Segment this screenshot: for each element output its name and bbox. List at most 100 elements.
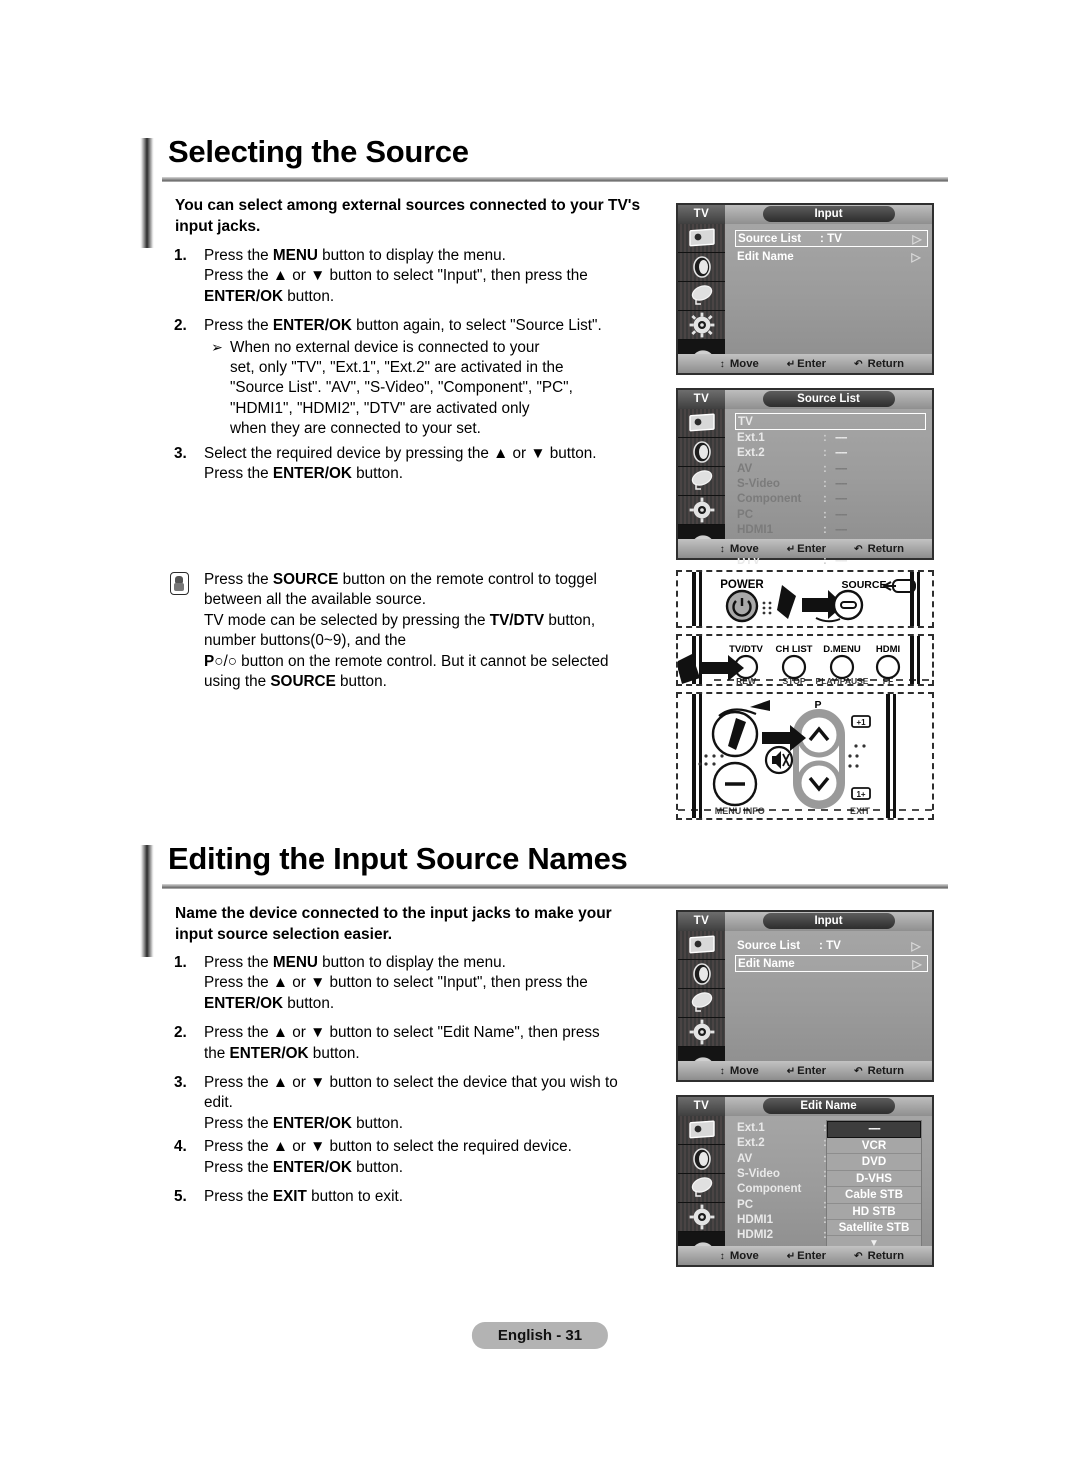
substep-line: set, only "TV", "Ext.1", "Ext.2" are act… [230, 359, 564, 377]
step-item: 5. Press the EXIT button to exit. [170, 1187, 652, 1207]
list-item[interactable]: PC : ---- [737, 506, 926, 521]
osd-background: TV Edit Name Ext.1: Ext.2: AV: S-Vide… [678, 1097, 932, 1265]
dropdown-option[interactable]: HD STB [827, 1204, 921, 1220]
step-number: 3. [174, 1074, 187, 1092]
hint-enter: ↵ Enter [786, 357, 827, 370]
sound-icon[interactable] [678, 960, 725, 989]
section-accent-bar [140, 845, 154, 957]
source-name: Ext.1 [737, 1121, 765, 1135]
source-name: Ext.2 [737, 446, 765, 460]
osd-row-source-list[interactable]: Source List : TV ▷ [737, 938, 926, 953]
step-line: Press the EXIT button to exit. [204, 1188, 403, 1206]
osd-input-menu-2: TV Input Source List: TV ▷ Edit Name ▷ … [676, 910, 934, 1082]
return-arrow-icon: ↶ [854, 1065, 863, 1077]
sound-icon[interactable] [678, 1145, 725, 1174]
osd-sidebar: TV [678, 205, 725, 373]
setup-gear-icon[interactable] [678, 311, 725, 340]
setup-gear-icon[interactable] [678, 496, 725, 525]
bullet-arrow-icon: ➢ [211, 338, 223, 355]
source-name: HDMI1 [737, 1212, 774, 1226]
note-line: TV mode can be selected by pressing the … [204, 611, 596, 629]
page-title-editing-names: Editing the Input Source Names [168, 841, 628, 876]
source-value: ---- [835, 461, 847, 475]
note-body: Press the SOURCE button on the remote co… [204, 570, 650, 692]
dropdown-option[interactable]: ---- [827, 1121, 921, 1138]
source-name: TV [738, 415, 753, 428]
list-item[interactable]: Component : ---- [737, 491, 926, 506]
step-number: 3. [174, 444, 187, 462]
step-item: 1. Press the MENU button to display the … [170, 953, 652, 1014]
step-line: Press the ▲ or ▼ button to select "Input… [204, 974, 588, 992]
dropdown-option[interactable]: D-VHS [827, 1171, 921, 1188]
step-line: Press the MENU button to display the men… [204, 954, 506, 971]
step-line: Press the ▲ or ▼ button to select the re… [204, 1138, 572, 1156]
osd-row-edit-name[interactable]: Edit Name ▷ [737, 249, 926, 264]
source-sep: : [823, 507, 827, 521]
osd-title: Edit Name [762, 1098, 895, 1114]
section-accent-bar [140, 138, 154, 248]
dropdown-option[interactable]: DVD [827, 1154, 921, 1171]
osd-source-list: TV Source List TV Ext.1: ---- Ext.2: -… [676, 388, 934, 567]
osd-row-source-list[interactable]: Source List : TV ▷ [735, 230, 928, 247]
osd-mode-label: TV [678, 912, 725, 931]
osd-row-edit-name[interactable]: Edit Name ▷ [735, 955, 928, 972]
channel-dish-icon[interactable] [678, 989, 725, 1018]
substep-body: When no external device is connected to … [230, 338, 573, 440]
manual-page: Selecting the Source You can select amon… [0, 0, 1080, 1472]
source-value: ---- [835, 507, 847, 521]
steps-list-1: 1. Press the MENU button to display the … [170, 246, 650, 487]
updown-arrow-icon: ↕ [719, 1250, 725, 1262]
dropdown-option[interactable]: VCR [827, 1138, 921, 1155]
list-item[interactable]: AV : ---- [737, 461, 926, 476]
step-line: Press the MENU button to display the men… [204, 247, 506, 264]
picture-icon[interactable] [678, 224, 725, 253]
list-item[interactable]: S-Video : ---- [737, 476, 926, 491]
picture-icon[interactable] [678, 931, 725, 960]
osd-titlebar: Source List [725, 390, 932, 409]
osd-mode-label: TV [678, 1097, 725, 1116]
osd-titlebar: Input [725, 205, 932, 224]
sound-icon[interactable] [678, 253, 725, 282]
picture-icon[interactable] [678, 1116, 725, 1145]
device-name-dropdown[interactable]: ---- VCR DVD D-VHS Cable STB HD STB Sate… [826, 1120, 922, 1253]
enter-key-icon: ↵ [786, 1250, 796, 1262]
setup-gear-icon[interactable] [678, 1018, 725, 1047]
step-number: 2. [174, 1024, 187, 1042]
osd-titlebar: Edit Name [725, 1097, 932, 1116]
note-line: P○/○ button on the remote control. But i… [204, 652, 609, 670]
step-line: Select the required device by pressing t… [204, 444, 597, 462]
osd-row-label: Source List [737, 939, 801, 952]
osd-sidebar: TV [678, 390, 725, 558]
source-name: S-Video [737, 1167, 780, 1181]
setup-gear-icon[interactable] [678, 1203, 725, 1232]
picture-icon[interactable] [678, 409, 725, 438]
svg-text:MENU: MENU [715, 806, 742, 816]
source-sep: : [823, 431, 827, 445]
step-line: Press the ENTER/OK button. [204, 465, 403, 483]
channel-dish-icon[interactable] [678, 282, 725, 311]
sound-icon[interactable] [678, 438, 725, 467]
list-item[interactable]: Ext.1 : ---- [737, 430, 926, 445]
svg-text:1+: 1+ [856, 790, 865, 799]
step-line: Press the ▲ or ▼ button to select "Edit … [204, 1024, 600, 1042]
source-value: ---- [835, 431, 847, 445]
channel-dish-icon[interactable] [678, 467, 725, 496]
osd-hint-bar: ↕ Move ↵ Enter ↶ Return [678, 1061, 932, 1080]
svg-text:SOURCE: SOURCE [842, 579, 887, 591]
osd-sidebar: TV [678, 912, 725, 1080]
channel-dish-icon[interactable] [678, 1174, 725, 1203]
osd-hint-bar: ↕ Move ↵ Enter ↶ Return [678, 539, 932, 558]
step-item: 2. Press the ENTER/OK button again, to s… [170, 316, 650, 439]
step-body: Press the ▲ or ▼ button to select "Edit … [204, 1023, 652, 1064]
intro-text-1: You can select among external sources co… [175, 197, 641, 235]
source-name: Ext.1 [737, 431, 765, 445]
osd-row-label: Edit Name [737, 250, 794, 263]
list-item[interactable]: Ext.2 : ---- [737, 445, 926, 460]
list-item[interactable]: TV [735, 413, 926, 430]
dropdown-option[interactable]: Cable STB [827, 1187, 921, 1204]
source-sep: : [823, 446, 827, 460]
step-body: Press the EXIT button to exit. [204, 1187, 652, 1207]
steps-list-2: 1. Press the MENU button to display the … [170, 953, 652, 1210]
dropdown-option[interactable]: Satellite STB [827, 1220, 921, 1237]
list-item[interactable]: HDMI1 : ---- [737, 522, 926, 537]
